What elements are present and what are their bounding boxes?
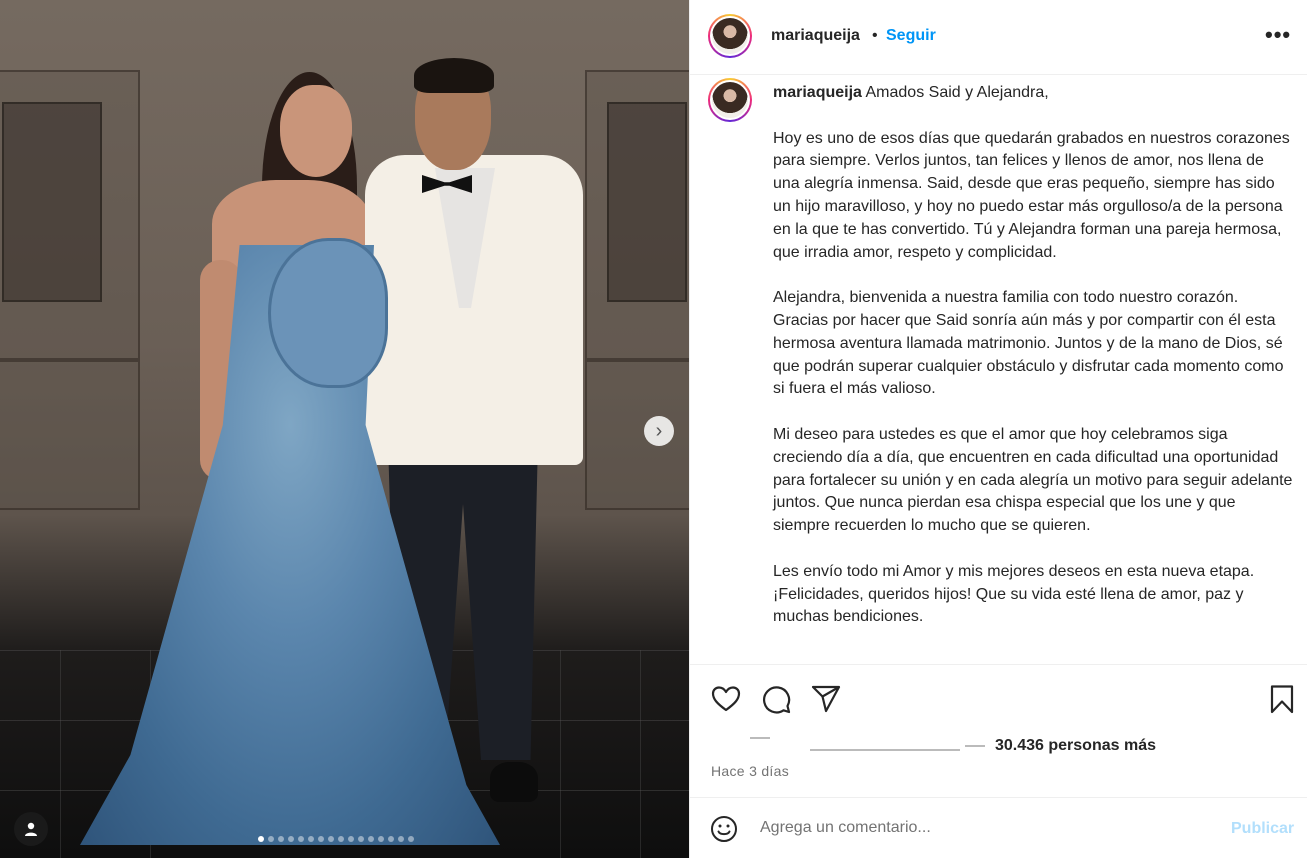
carousel-dot xyxy=(318,836,324,842)
author-username[interactable]: mariaqueija xyxy=(771,27,860,45)
carousel-dot xyxy=(298,836,304,842)
carousel-dot xyxy=(308,836,314,842)
caption-paragraph: Mi deseo para ustedes es que el amor que… xyxy=(773,425,1293,535)
caption: mariaqueija Amados Said y Alejandra, Hoy… xyxy=(773,82,1293,652)
post-timestamp[interactable]: Hace 3 días xyxy=(711,763,789,779)
comment-icon[interactable] xyxy=(760,683,792,715)
separator-dot: • xyxy=(872,27,878,44)
emoji-icon[interactable] xyxy=(710,815,738,843)
man-shoe xyxy=(490,762,538,802)
caption-area: mariaqueija Amados Said y Alejandra, Hoy… xyxy=(690,76,1307,664)
wall-panel xyxy=(585,70,689,360)
carousel-dot xyxy=(268,836,274,842)
caption-username[interactable]: mariaqueija xyxy=(773,84,862,101)
likes-count[interactable]: 30.436 personas más xyxy=(995,737,1156,755)
action-bar xyxy=(690,664,1307,732)
woman-face xyxy=(280,85,352,177)
carousel-dot xyxy=(278,836,284,842)
carousel-dot xyxy=(288,836,294,842)
man-hair xyxy=(414,58,494,93)
caption-paragraph: Les envío todo mi Amor y mis mejores des… xyxy=(773,562,1255,626)
carousel-dot xyxy=(388,836,394,842)
caption-avatar[interactable] xyxy=(708,78,752,122)
more-options-icon[interactable]: ••• xyxy=(1265,24,1291,46)
heart-icon[interactable] xyxy=(710,683,742,715)
post-header: mariaqueija • Seguir ••• xyxy=(690,0,1307,75)
bookmark-icon[interactable] xyxy=(1266,683,1298,715)
carousel-dot xyxy=(338,836,344,842)
carousel-dot xyxy=(368,836,374,842)
caption-greeting: Amados Said y Alejandra, xyxy=(865,84,1049,101)
user-tags-button[interactable] xyxy=(14,812,48,846)
caption-paragraph: Hoy es uno de esos días que quedarán gra… xyxy=(773,129,1290,261)
chevron-right-icon: › xyxy=(655,420,663,442)
carousel-dot xyxy=(328,836,334,842)
carousel-dot xyxy=(398,836,404,842)
send-icon[interactable] xyxy=(810,683,842,715)
wall-panel xyxy=(0,70,140,360)
caption-paragraph: Alejandra, bienvenida a nuestra familia … xyxy=(773,289,1284,398)
avatar[interactable] xyxy=(708,14,752,58)
wall-panel xyxy=(0,360,140,510)
comment-input[interactable] xyxy=(760,816,1220,840)
next-photo-button[interactable]: › xyxy=(644,416,674,446)
likes-avatars-blurred xyxy=(750,737,990,753)
gown-ruffle xyxy=(268,238,388,388)
user-tag-icon xyxy=(25,822,37,836)
carousel-indicator xyxy=(258,836,414,842)
carousel-dot xyxy=(348,836,354,842)
post-side-panel: mariaqueija • Seguir ••• mariaqueija Ama… xyxy=(689,0,1307,858)
publish-button[interactable]: Publicar xyxy=(1231,820,1294,838)
carousel-dot xyxy=(408,836,414,842)
carousel-dot xyxy=(358,836,364,842)
carousel-dot xyxy=(258,836,264,842)
follow-button[interactable]: Seguir xyxy=(886,27,936,45)
comment-bar: Publicar xyxy=(690,797,1307,858)
post-photo[interactable]: › xyxy=(0,0,689,858)
carousel-dot xyxy=(378,836,384,842)
